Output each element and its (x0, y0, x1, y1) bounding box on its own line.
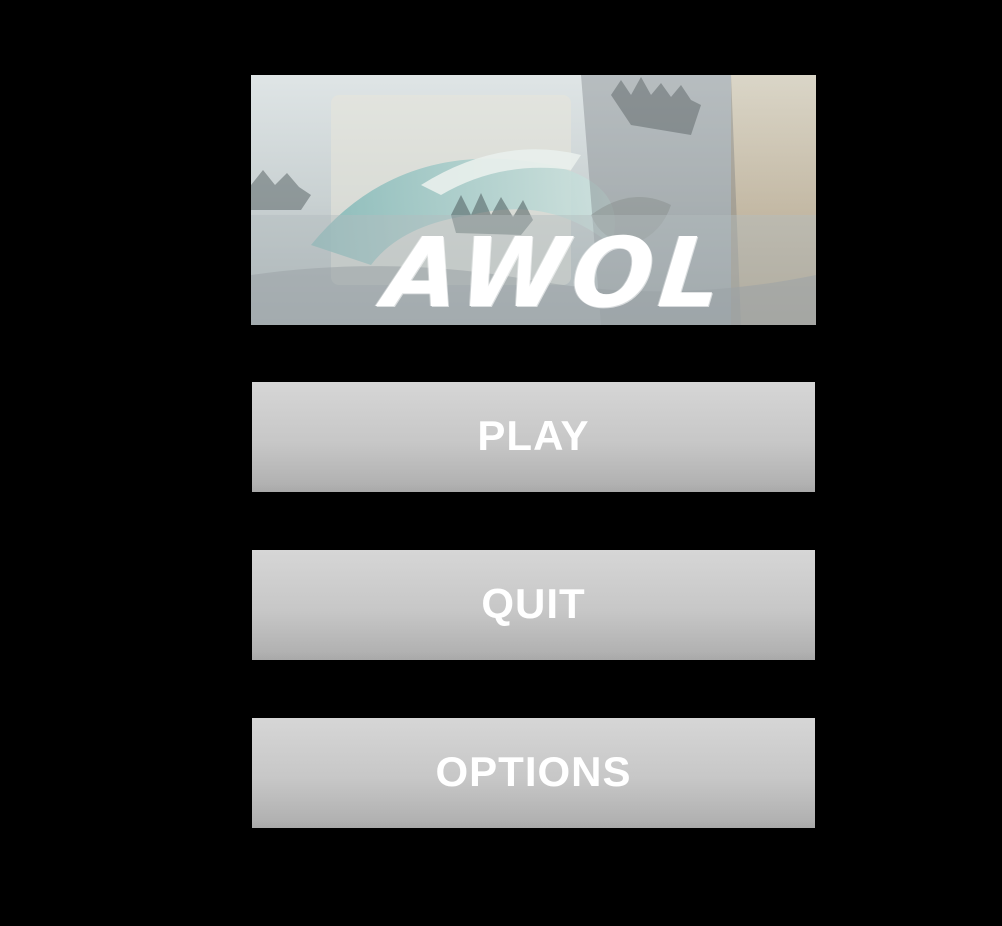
game-logo-text: AWOL FX (379, 217, 733, 325)
play-button-label: PLAY (477, 412, 590, 459)
play-button[interactable]: PLAY (252, 382, 815, 492)
quit-button-label: QUIT (481, 580, 586, 627)
options-button[interactable]: OPTIONS (252, 718, 815, 828)
title-banner: AWOL FX (251, 75, 816, 325)
options-button-label: OPTIONS (435, 748, 632, 795)
quit-button[interactable]: QUIT (252, 550, 815, 660)
